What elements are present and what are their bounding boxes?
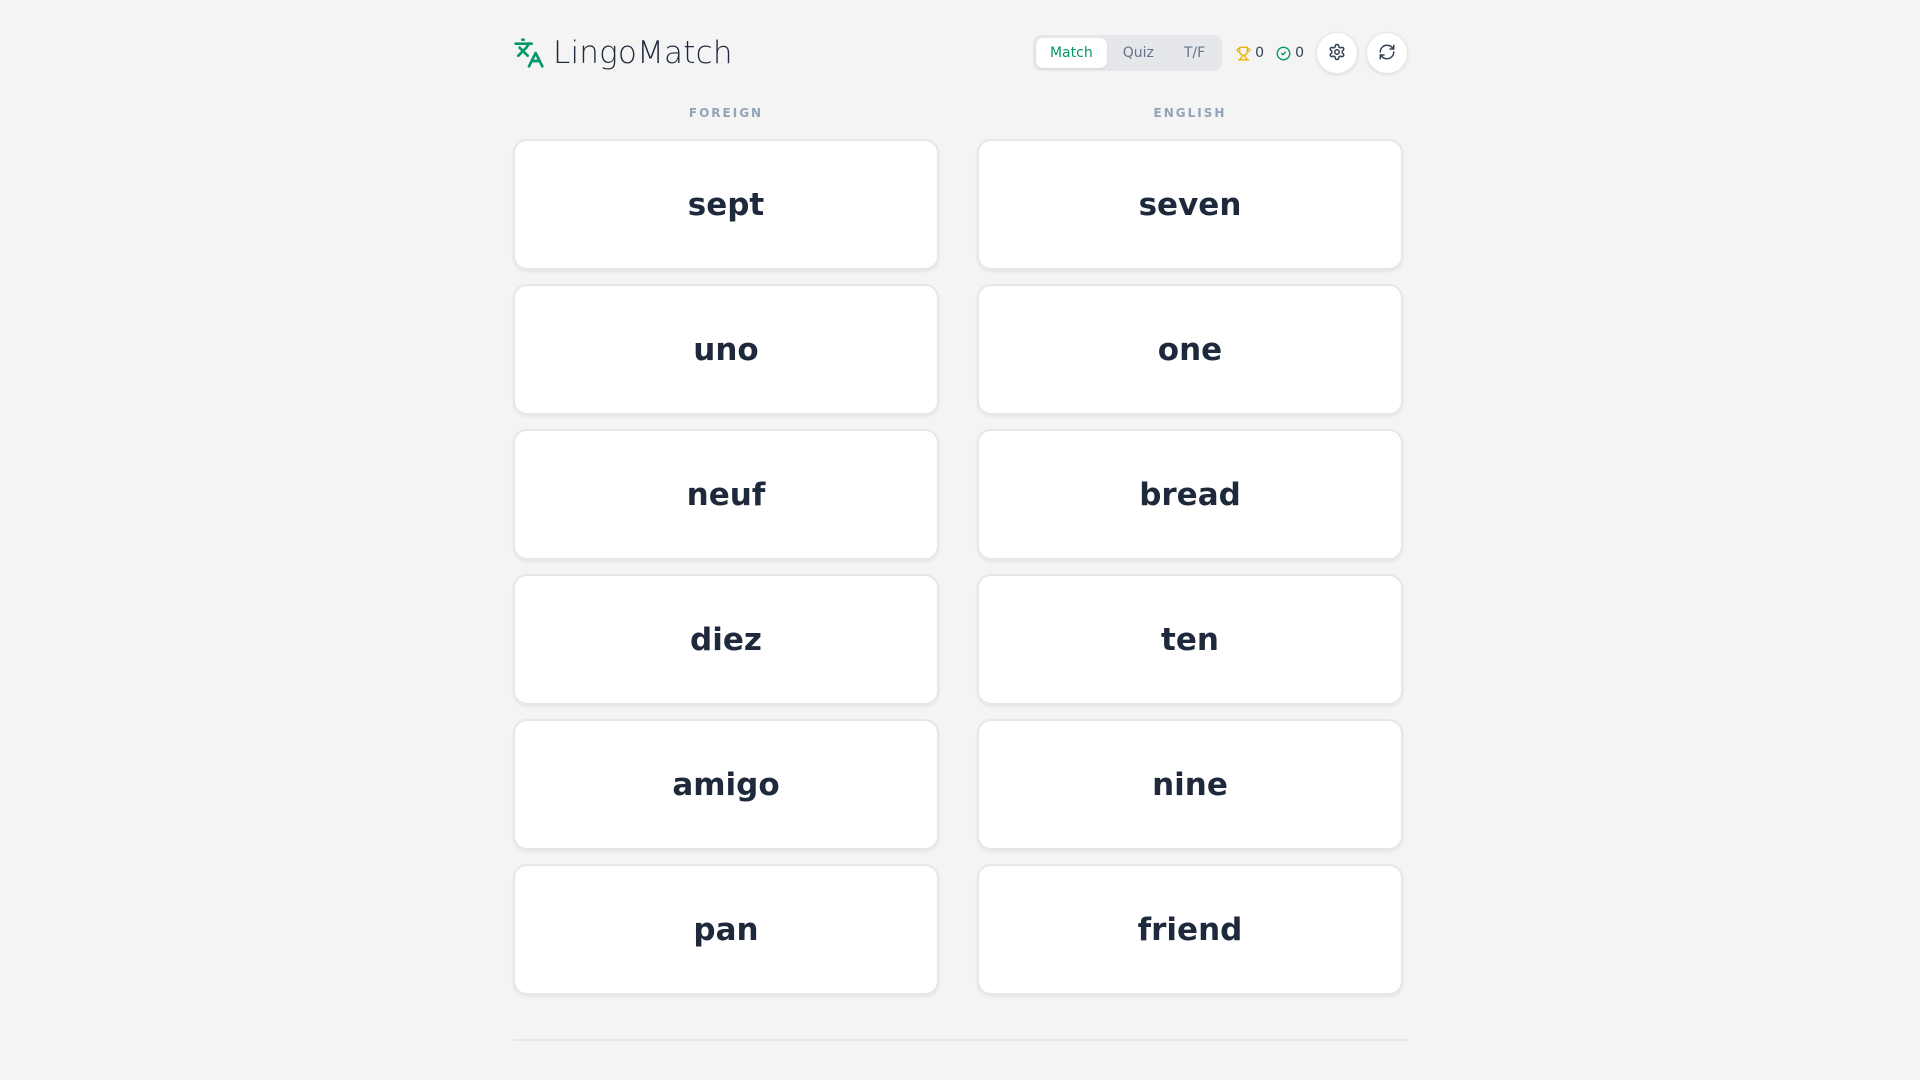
gear-icon bbox=[1328, 43, 1346, 64]
trophy-count: 0 bbox=[1255, 45, 1265, 61]
english-word-card[interactable]: nine bbox=[977, 719, 1403, 850]
card-word: ten bbox=[1161, 621, 1219, 658]
card-word: bread bbox=[1139, 476, 1241, 513]
foreign-column-header: FOREIGN bbox=[688, 106, 764, 120]
app-root: LingoMatch Match Quiz T/F 0 0 FOREIGN EN… bbox=[513, 0, 1408, 1080]
brand: LingoMatch bbox=[513, 30, 733, 76]
mode-toggle: Match Quiz T/F bbox=[1032, 35, 1223, 71]
english-word-card[interactable]: ten bbox=[977, 574, 1403, 705]
foreign-card-list: sept uno neuf diez amigo pan bbox=[513, 139, 939, 995]
app-title: LingoMatch bbox=[553, 35, 733, 71]
mode-quiz-button[interactable]: Quiz bbox=[1109, 38, 1168, 68]
trophy-icon bbox=[1236, 46, 1251, 61]
card-word: amigo bbox=[672, 766, 780, 803]
correct-stat: 0 bbox=[1276, 45, 1304, 61]
settings-button[interactable] bbox=[1316, 32, 1358, 74]
mode-tf-button[interactable]: T/F bbox=[1170, 38, 1219, 68]
card-word: one bbox=[1157, 331, 1223, 368]
refresh-icon bbox=[1378, 43, 1396, 64]
correct-count: 0 bbox=[1295, 45, 1304, 61]
foreign-word-card[interactable]: diez bbox=[513, 574, 939, 705]
footer-divider bbox=[513, 1039, 1408, 1041]
header: LingoMatch Match Quiz T/F 0 0 bbox=[513, 30, 1408, 76]
card-word: nine bbox=[1152, 766, 1228, 803]
refresh-button[interactable] bbox=[1366, 32, 1408, 74]
english-card-list: seven one bread ten nine friend bbox=[977, 139, 1403, 995]
card-word: friend bbox=[1137, 911, 1243, 948]
english-word-card[interactable]: seven bbox=[977, 139, 1403, 270]
english-word-card[interactable]: friend bbox=[977, 864, 1403, 995]
card-word: uno bbox=[693, 331, 759, 368]
english-word-card[interactable]: one bbox=[977, 284, 1403, 415]
foreign-word-card[interactable]: neuf bbox=[513, 429, 939, 560]
english-word-card[interactable]: bread bbox=[977, 429, 1403, 560]
card-word: neuf bbox=[686, 476, 766, 513]
card-word: sept bbox=[687, 186, 765, 223]
trophy-stat: 0 bbox=[1236, 45, 1264, 61]
foreign-word-card[interactable]: uno bbox=[513, 284, 939, 415]
foreign-word-card[interactable]: amigo bbox=[513, 719, 939, 850]
card-word: seven bbox=[1138, 186, 1242, 223]
card-word: pan bbox=[693, 911, 759, 948]
english-column-header: ENGLISH bbox=[1153, 106, 1227, 120]
header-controls: Match Quiz T/F 0 0 bbox=[1032, 30, 1408, 76]
foreign-word-card[interactable]: sept bbox=[513, 139, 939, 270]
mode-match-button[interactable]: Match bbox=[1035, 38, 1107, 68]
foreign-word-card[interactable]: pan bbox=[513, 864, 939, 995]
card-word: diez bbox=[690, 621, 762, 658]
check-circle-icon bbox=[1276, 46, 1291, 61]
translate-icon bbox=[513, 37, 545, 69]
